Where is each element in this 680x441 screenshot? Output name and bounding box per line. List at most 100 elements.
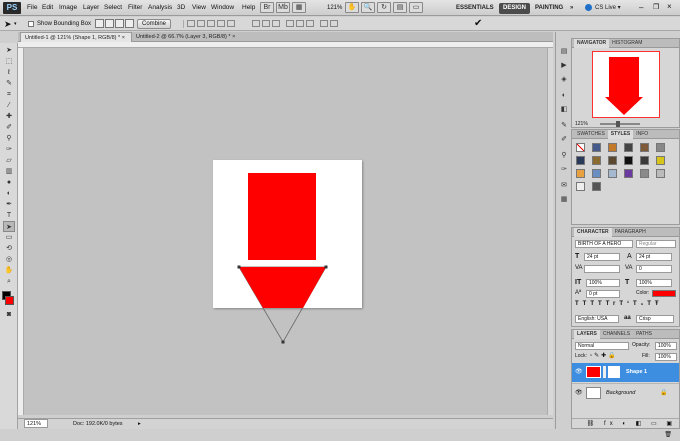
fill-field[interactable]: 100% [655, 353, 677, 361]
tab-layers[interactable]: LAYERS [574, 330, 600, 339]
menu-view[interactable]: View [190, 0, 208, 16]
marquee-tool-icon[interactable]: ⬚ [3, 56, 15, 67]
tool-presets-panel-icon[interactable]: ✎ [558, 120, 570, 131]
tab-navigator[interactable]: NAVIGATOR [574, 39, 610, 48]
shape-exclude-icon[interactable] [125, 19, 134, 28]
style-swatch[interactable] [640, 143, 649, 152]
subscript-button[interactable]: T₁ [633, 301, 647, 307]
more-workspaces-button[interactable]: » [566, 3, 577, 14]
arrow-head-path[interactable] [213, 160, 362, 344]
style-swatch[interactable] [592, 169, 601, 178]
leading-field[interactable]: 24 pt [636, 253, 672, 261]
arrow-head-shape[interactable] [239, 267, 326, 308]
style-swatch[interactable] [576, 182, 585, 191]
tab-untitled-1[interactable]: Untitled-1 @ 121% (Shape 1, RGB/8) * × [20, 32, 132, 42]
rotate-view-button[interactable]: ↻ [377, 2, 391, 13]
arrange-documents-button[interactable]: ▤ [393, 2, 407, 13]
status-menu-arrow-icon[interactable]: ▸ [138, 419, 141, 429]
combine-button[interactable]: Combine [137, 19, 171, 29]
screen-mode-button[interactable]: ▭ [409, 2, 423, 13]
menu-filter[interactable]: Filter [126, 0, 144, 16]
underline-button[interactable]: T [647, 301, 655, 307]
path-selection-tool-icon[interactable]: ➤ [3, 221, 15, 232]
tab-info[interactable]: INFO [633, 130, 651, 139]
lasso-tool-icon[interactable]: ℓ [3, 67, 15, 78]
move-tool-icon[interactable]: ➤ [4, 18, 12, 30]
healing-brush-tool-icon[interactable]: ✚ [3, 111, 15, 122]
pen-tool-icon[interactable]: ✒ [3, 199, 15, 210]
brushes-panel-icon[interactable]: ✑ [558, 164, 570, 175]
workspace-painting[interactable]: PAINTING [531, 3, 567, 14]
tab-swatches[interactable]: SWATCHES [574, 130, 608, 139]
faux-bold-button[interactable]: T [575, 301, 583, 307]
menu-window[interactable]: Window [209, 0, 236, 16]
menu-image[interactable]: Image [57, 0, 79, 16]
minimize-button[interactable]: – [639, 3, 643, 12]
view-extras-button[interactable]: ▦ [292, 2, 306, 13]
style-swatch[interactable] [576, 156, 585, 165]
clone-source-panel-icon[interactable]: ⚲ [558, 150, 570, 161]
style-swatch[interactable] [592, 143, 601, 152]
antialias-select[interactable]: Crisp [636, 315, 674, 323]
type-tool-icon[interactable]: T [3, 210, 15, 221]
style-swatch[interactable] [656, 143, 665, 152]
style-swatch[interactable] [576, 169, 585, 178]
history-panel-icon[interactable]: ▤ [558, 46, 570, 57]
eyedropper-tool-icon[interactable]: ⁄ [3, 100, 15, 111]
hand-tool-button[interactable]: ✋ [345, 2, 359, 13]
vertical-scrollbar[interactable] [547, 48, 553, 415]
style-swatch[interactable] [640, 156, 649, 165]
close-icon[interactable]: × [232, 34, 235, 40]
style-swatch[interactable] [608, 156, 617, 165]
style-swatch[interactable] [592, 156, 601, 165]
launch-minibridge-button[interactable]: Mb [276, 2, 290, 13]
dodge-tool-icon[interactable]: ◐ [3, 188, 15, 199]
vertical-scale-field[interactable]: 100% [586, 279, 620, 287]
blur-tool-icon[interactable]: ● [3, 177, 15, 188]
workspace-design[interactable]: DESIGN [499, 3, 531, 14]
background-color-swatch[interactable] [5, 296, 14, 305]
anchor-point[interactable] [281, 340, 285, 344]
move-tool-icon[interactable]: ➤ [3, 45, 15, 56]
all-caps-button[interactable]: TT [590, 301, 605, 307]
tab-styles[interactable]: STYLES [607, 130, 634, 139]
tab-histogram[interactable]: HISTOGRAM [609, 39, 645, 48]
eye-icon[interactable]: 👁 [575, 384, 583, 403]
style-swatch[interactable] [624, 169, 633, 178]
navigator-preview[interactable] [592, 51, 660, 118]
navigator-zoom[interactable]: 121% [575, 121, 588, 127]
actions-panel-icon[interactable]: ▶ [558, 60, 570, 71]
font-size-field[interactable]: 24 pt [584, 253, 620, 261]
shape-intersect-icon[interactable] [115, 19, 124, 28]
notes-panel-icon[interactable]: ✉ [558, 180, 570, 191]
blend-mode-select[interactable]: Normal [575, 342, 629, 350]
layer-row-background[interactable]: 👁 Background 🔒 [572, 383, 679, 402]
text-color-swatch[interactable] [652, 290, 676, 297]
style-swatch[interactable] [624, 156, 633, 165]
3d-orbit-tool-icon[interactable]: ◎ [3, 254, 15, 265]
shape-add-icon[interactable] [95, 19, 104, 28]
status-zoom-field[interactable]: 121% [24, 419, 48, 428]
style-swatch[interactable] [592, 182, 601, 191]
workspace-essentials[interactable]: ESSENTIALS [452, 3, 498, 14]
close-icon[interactable]: × [122, 35, 125, 41]
style-swatch[interactable] [640, 169, 649, 178]
crop-tool-icon[interactable]: ⌗ [3, 89, 15, 100]
style-swatch[interactable] [608, 143, 617, 152]
font-family-select[interactable]: BIRTH OF A HERO [575, 240, 633, 248]
navigator-zoom-slider-thumb[interactable] [616, 121, 620, 127]
clone-stamp-tool-icon[interactable]: ⚲ [3, 133, 15, 144]
opacity-field[interactable]: 100% [655, 342, 677, 350]
menu-file[interactable]: File [25, 0, 39, 16]
tool-preset-dropdown-icon[interactable]: ▾ [14, 21, 17, 27]
hand-tool-icon[interactable]: ✋ [3, 265, 15, 276]
zoom-tool-icon[interactable]: ⌕ [3, 276, 15, 287]
3d-rotate-tool-icon[interactable]: ⟲ [3, 243, 15, 254]
anchor-point[interactable] [237, 265, 241, 269]
superscript-button[interactable]: T¹ [619, 301, 633, 307]
cs-live-button[interactable]: CS Live ▾ [591, 3, 625, 14]
layer-row-shape-1[interactable]: 👁 Shape 1 [572, 363, 679, 382]
tab-channels[interactable]: CHANNELS [600, 330, 633, 339]
font-style-select[interactable]: Regular [636, 240, 676, 248]
history-brush-tool-icon[interactable]: ✑ [3, 144, 15, 155]
